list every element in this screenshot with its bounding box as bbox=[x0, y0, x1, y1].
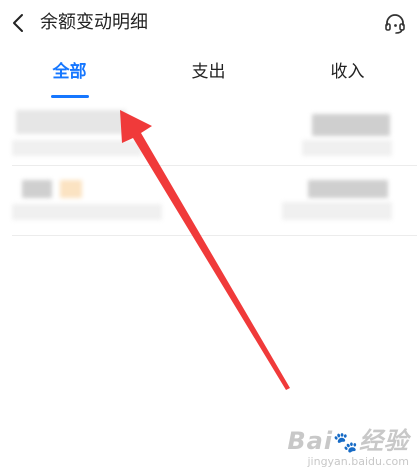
tab-bar: 全部 支出 收入 bbox=[0, 52, 417, 98]
tab-income-label: 收入 bbox=[330, 62, 365, 82]
transaction-list bbox=[0, 98, 417, 236]
list-item[interactable] bbox=[12, 166, 417, 236]
watermark: Bai🐾经验 jingyan.baidu.com bbox=[287, 428, 409, 468]
chevron-left-icon[interactable] bbox=[6, 10, 32, 36]
blurred-date bbox=[12, 140, 142, 156]
blurred-name bbox=[22, 180, 52, 198]
tab-expense[interactable]: 支出 bbox=[139, 52, 278, 98]
paw-icon: 🐾 bbox=[333, 430, 359, 454]
customer-service-icon[interactable] bbox=[383, 12, 407, 36]
page-title: 余额变动明细 bbox=[40, 12, 148, 33]
nav-header: 余额变动明细 bbox=[0, 0, 417, 46]
blurred-amount bbox=[308, 180, 388, 198]
watermark-url: jingyan.baidu.com bbox=[307, 455, 409, 468]
blurred-name bbox=[16, 110, 126, 134]
watermark-logo: Bai🐾经验 bbox=[287, 427, 409, 455]
tab-all[interactable]: 全部 bbox=[0, 52, 139, 98]
tab-income[interactable]: 收入 bbox=[278, 52, 417, 98]
tab-expense-label: 支出 bbox=[191, 62, 226, 82]
blurred-balance bbox=[302, 140, 392, 156]
tab-all-label: 全部 bbox=[52, 62, 87, 82]
list-item[interactable] bbox=[12, 98, 417, 166]
blurred-amount bbox=[312, 114, 390, 136]
blurred-date bbox=[12, 204, 162, 220]
blurred-tag bbox=[60, 180, 82, 198]
blurred-balance bbox=[282, 202, 392, 220]
